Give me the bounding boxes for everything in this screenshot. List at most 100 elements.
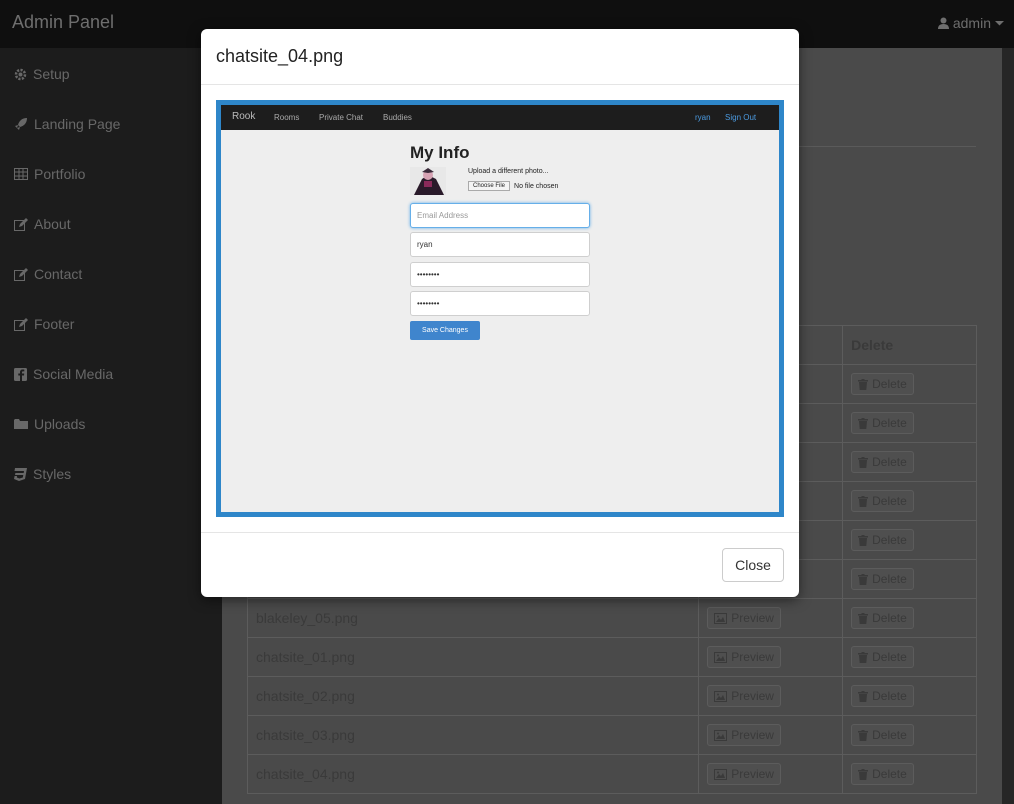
preview-button[interactable]: Preview bbox=[707, 763, 781, 785]
delete-button-label: Delete bbox=[872, 416, 907, 430]
preview-cell: Preview bbox=[698, 754, 844, 794]
preview-upload-text: Upload a different photo... bbox=[468, 168, 549, 175]
file-name: chatsite_04.png bbox=[246, 754, 700, 794]
preview-no-file: No file chosen bbox=[514, 182, 559, 190]
image-icon bbox=[714, 729, 728, 741]
preview-button[interactable]: Preview bbox=[707, 724, 781, 746]
trash-icon bbox=[858, 768, 869, 780]
trash-icon bbox=[858, 534, 869, 546]
sidebar-item-contact[interactable]: Contact bbox=[14, 264, 82, 284]
file-name: chatsite_03.png bbox=[246, 715, 700, 755]
sidebar-item-label: Setup bbox=[33, 66, 70, 82]
sidebar-item-label: Footer bbox=[34, 316, 75, 332]
preview-signout-link: Sign Out bbox=[725, 113, 757, 122]
sidebar: Setup Landing Page Portfolio About Conta… bbox=[0, 48, 222, 804]
delete-button-label: Delete bbox=[872, 611, 907, 625]
delete-button[interactable]: Delete bbox=[851, 607, 914, 629]
preview-button[interactable]: Preview bbox=[707, 685, 781, 707]
sidebar-item-label: About bbox=[34, 216, 71, 232]
page-scrollbar[interactable] bbox=[1002, 48, 1014, 804]
preview-brand: Rook bbox=[232, 111, 256, 122]
delete-cell: Delete bbox=[842, 442, 977, 482]
preview-button[interactable]: Preview bbox=[707, 646, 781, 668]
sidebar-item-landing-page[interactable]: Landing Page bbox=[14, 114, 120, 134]
sidebar-item-portfolio[interactable]: Portfolio bbox=[14, 164, 85, 184]
table-row: chatsite_03.png Preview Delete bbox=[246, 715, 977, 755]
sidebar-item-about[interactable]: About bbox=[14, 214, 71, 234]
preview-password-confirm-field: •••••••• bbox=[410, 291, 590, 316]
modal-title: chatsite_04.png bbox=[216, 46, 344, 66]
preview-button-label: Preview bbox=[731, 650, 774, 664]
preview-cell: Preview bbox=[698, 715, 844, 755]
delete-button[interactable]: Delete bbox=[851, 763, 914, 785]
preview-button-label: Preview bbox=[731, 767, 774, 781]
preview-nav-rooms: Rooms bbox=[274, 113, 300, 122]
preview-button-label: Preview bbox=[731, 611, 774, 625]
user-icon bbox=[937, 17, 949, 29]
preview-nav-buddies: Buddies bbox=[383, 113, 412, 122]
table-row: blakeley_05.png Preview Delete bbox=[246, 598, 977, 638]
preview-button-label: Preview bbox=[731, 689, 774, 703]
folder-icon bbox=[14, 418, 28, 430]
preview-avatar bbox=[410, 167, 446, 195]
delete-button-label: Delete bbox=[872, 455, 907, 469]
user-menu[interactable]: admin bbox=[937, 15, 1004, 31]
sidebar-item-uploads[interactable]: Uploads bbox=[14, 414, 85, 434]
edit-icon bbox=[14, 267, 28, 281]
delete-cell: Delete bbox=[842, 754, 977, 794]
css3-icon bbox=[14, 467, 27, 481]
trash-icon bbox=[858, 729, 869, 741]
image-icon bbox=[714, 768, 728, 780]
delete-button[interactable]: Delete bbox=[851, 724, 914, 746]
modal-footer-divider bbox=[201, 532, 799, 533]
grid-icon bbox=[14, 168, 28, 180]
edit-icon bbox=[14, 217, 28, 231]
sidebar-item-setup[interactable]: Setup bbox=[14, 64, 70, 84]
delete-button-label: Delete bbox=[872, 689, 907, 703]
caret-down-icon bbox=[995, 20, 1004, 26]
delete-cell: Delete bbox=[842, 520, 977, 560]
delete-button[interactable]: Delete bbox=[851, 646, 914, 668]
trash-icon bbox=[858, 573, 869, 585]
delete-button-label: Delete bbox=[872, 572, 907, 586]
brand-title[interactable]: Admin Panel bbox=[12, 12, 114, 33]
delete-button-label: Delete bbox=[872, 533, 907, 547]
delete-cell: Delete bbox=[842, 676, 977, 716]
image-icon bbox=[714, 651, 728, 663]
sidebar-item-label: Contact bbox=[34, 266, 83, 282]
table-row: chatsite_01.png Preview Delete bbox=[246, 637, 977, 677]
preview-file-row: Choose File No file chosen bbox=[468, 181, 558, 191]
preview-button[interactable]: Preview bbox=[707, 607, 781, 629]
sidebar-item-social-media[interactable]: Social Media bbox=[14, 364, 113, 384]
delete-button[interactable]: Delete bbox=[851, 451, 914, 473]
table-row: chatsite_02.png Preview Delete bbox=[246, 676, 977, 716]
rocket-icon bbox=[14, 117, 28, 131]
delete-button[interactable]: Delete bbox=[851, 568, 914, 590]
delete-button-label: Delete bbox=[872, 494, 907, 508]
preview-heading: My Info bbox=[410, 143, 470, 162]
preview-save-button: Save Changes bbox=[410, 321, 480, 340]
preview-user-link: ryan bbox=[695, 113, 711, 122]
delete-button[interactable]: Delete bbox=[851, 412, 914, 434]
sidebar-item-styles[interactable]: Styles bbox=[14, 464, 71, 484]
delete-button[interactable]: Delete bbox=[851, 685, 914, 707]
table-header-delete: Delete bbox=[842, 325, 977, 365]
preview-button-label: Preview bbox=[731, 728, 774, 742]
sidebar-item-label: Uploads bbox=[34, 416, 86, 432]
delete-button-label: Delete bbox=[872, 728, 907, 742]
sidebar-item-footer[interactable]: Footer bbox=[14, 314, 74, 334]
trash-icon bbox=[858, 456, 869, 468]
delete-button[interactable]: Delete bbox=[851, 373, 914, 395]
preview-email-field: Email Address bbox=[410, 203, 590, 228]
delete-cell: Delete bbox=[842, 637, 977, 677]
delete-button[interactable]: Delete bbox=[851, 529, 914, 551]
delete-button[interactable]: Delete bbox=[851, 490, 914, 512]
preview-modal: chatsite_04.png Rook Rooms Private Chat … bbox=[201, 29, 799, 597]
sidebar-item-label: Styles bbox=[33, 466, 72, 482]
image-icon bbox=[714, 612, 728, 624]
sidebar-item-label: Portfolio bbox=[34, 166, 86, 182]
file-name: blakeley_05.png bbox=[246, 598, 700, 638]
facebook-icon bbox=[14, 367, 27, 381]
delete-cell: Delete bbox=[842, 598, 977, 638]
close-button[interactable]: Close bbox=[722, 548, 784, 582]
